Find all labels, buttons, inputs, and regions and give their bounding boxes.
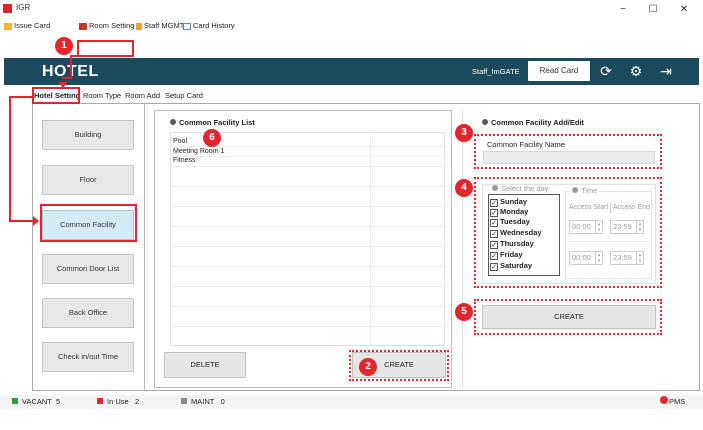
- gear-icon[interactable]: ⚙: [626, 58, 646, 85]
- annotation-badge-5: 5: [455, 303, 473, 321]
- app-header: [4, 58, 699, 85]
- sidebar-item-check-in-out-time[interactable]: Check in/out Time: [42, 342, 134, 372]
- delete-button[interactable]: DELETE: [164, 352, 246, 378]
- menu-staff-mgmt[interactable]: Staff MGMT: [136, 20, 184, 32]
- sidebar-item-floor[interactable]: Floor: [42, 165, 134, 195]
- facility-list-title: Common Facility List: [170, 118, 255, 127]
- menu-issue-card[interactable]: Issue Card: [4, 20, 50, 32]
- pms-indicator-icon: [660, 396, 668, 404]
- section-dot-icon: [482, 119, 488, 125]
- annotation-arrow: [9, 220, 34, 222]
- inuse-indicator-icon: [97, 398, 103, 404]
- annotation-badge-6: 6: [203, 129, 221, 147]
- annotation-arrow: [62, 77, 72, 79]
- status-maint: MAINT 0: [181, 396, 225, 408]
- list-row-line: [170, 246, 445, 247]
- list-item[interactable]: Meeting Room 1: [173, 147, 224, 156]
- menu-card-history[interactable]: Card History: [183, 20, 235, 32]
- tab-room-type[interactable]: Room Type: [83, 90, 121, 102]
- minimize-button[interactable]: −: [609, 0, 637, 19]
- facility-edit-title: Common Facility Add/Edit: [482, 118, 584, 127]
- tab-room-add[interactable]: Room Add: [125, 90, 160, 102]
- list-item[interactable]: Pool: [173, 137, 187, 146]
- annotation-box-schedule: [474, 177, 662, 288]
- annotation-box-create-edit: [474, 299, 662, 335]
- title-bar: [0, 0, 703, 19]
- history-icon: [183, 22, 191, 30]
- app-icon: [3, 4, 12, 13]
- annotation-arrow: [9, 96, 33, 98]
- sidebar-item-common-door-list[interactable]: Common Door List: [42, 254, 134, 284]
- refresh-icon[interactable]: ⟳: [596, 58, 616, 85]
- read-card-button[interactable]: Read Card: [528, 61, 590, 81]
- list-row-line: [170, 166, 445, 167]
- window-title: IGR: [16, 3, 31, 12]
- list-column-divider: [370, 132, 371, 346]
- list-row-line: [170, 266, 445, 267]
- status-pms[interactable]: PMS: [660, 396, 685, 408]
- maint-indicator-icon: [181, 398, 187, 404]
- annotation-arrow: [70, 55, 72, 79]
- annotation-box-room-setting: [77, 40, 134, 57]
- person-icon: [136, 22, 142, 30]
- list-row-line: [170, 326, 445, 327]
- logout-icon[interactable]: ⇥: [656, 58, 676, 85]
- annotation-box-facility-name: [474, 134, 662, 169]
- annotation-arrow: [9, 96, 11, 222]
- sidebar-item-back-office[interactable]: Back Office: [42, 298, 134, 328]
- annotation-badge-3: 3: [455, 124, 473, 142]
- annotation-badge-1: 1: [55, 37, 73, 55]
- sidebar-item-building[interactable]: Building: [42, 120, 134, 150]
- annotation-badge-2: 2: [359, 358, 377, 376]
- tab-setup-card[interactable]: Setup Card: [165, 90, 203, 102]
- list-row-line: [170, 156, 445, 157]
- list-row-line: [170, 186, 445, 187]
- annotation-box-common-facility: [40, 204, 137, 242]
- status-inuse: In Use 2: [97, 396, 139, 408]
- annotation-arrowhead: [33, 216, 39, 226]
- card-icon: [4, 22, 12, 30]
- menu-room-setting[interactable]: Room Setting: [79, 20, 134, 32]
- list-row-line: [170, 306, 445, 307]
- status-vacant: VACANT 5: [12, 396, 60, 408]
- staff-id-label: Staff_ImGATE: [472, 67, 520, 76]
- vacant-indicator-icon: [12, 398, 18, 404]
- annotation-box-hotel-setting: [32, 87, 80, 104]
- section-dot-icon: [170, 119, 176, 125]
- facility-list[interactable]: [170, 132, 445, 346]
- list-row-line: [170, 206, 445, 207]
- maximize-button[interactable]: ☐: [639, 0, 667, 19]
- list-item[interactable]: Fitness: [173, 156, 196, 165]
- room-icon: [79, 22, 87, 30]
- list-row-line: [170, 286, 445, 287]
- list-row-line: [170, 226, 445, 227]
- close-button[interactable]: ✕: [670, 0, 698, 19]
- annotation-badge-4: 4: [455, 179, 473, 197]
